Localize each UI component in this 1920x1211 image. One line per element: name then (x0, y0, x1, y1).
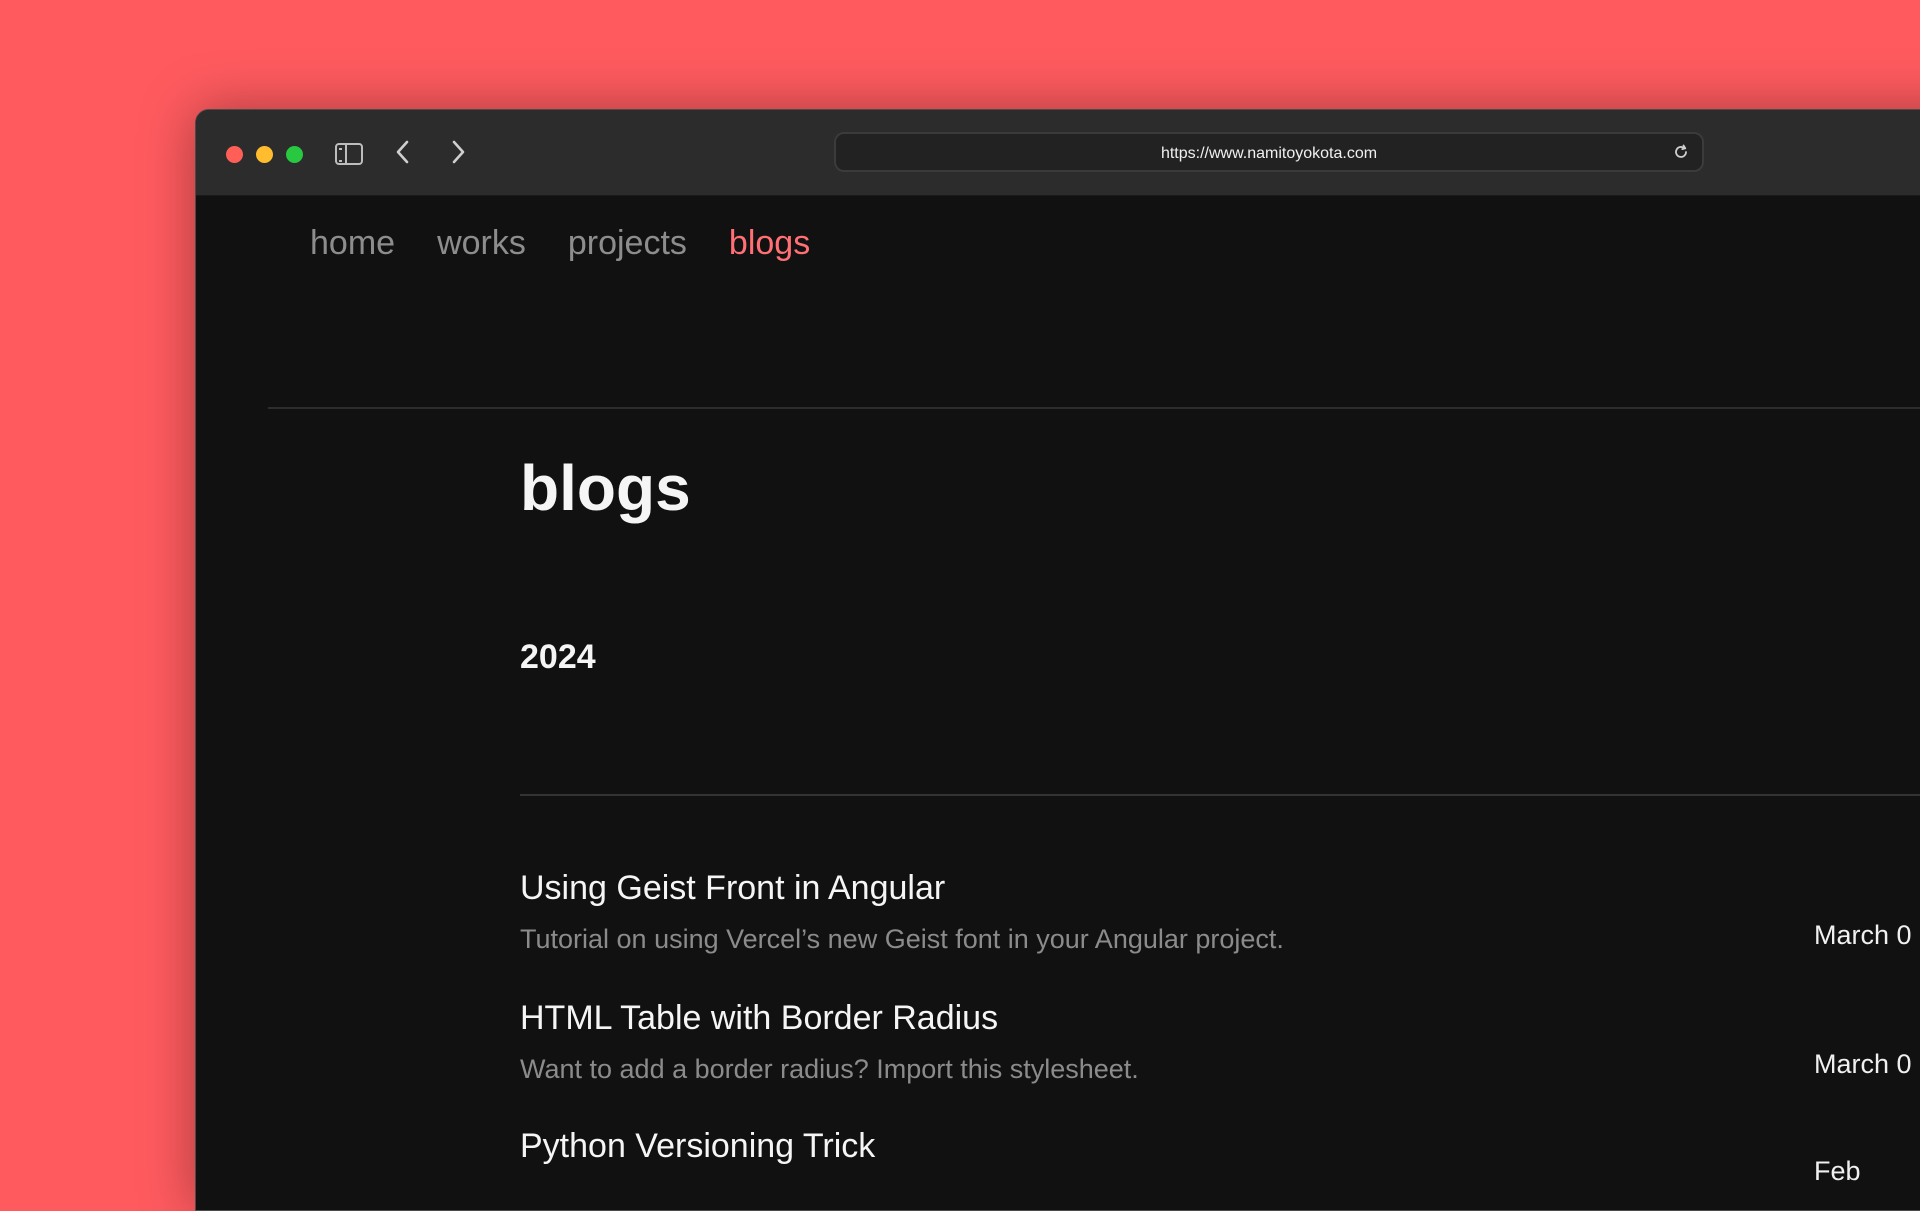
browser-toolbar: https://www.namitoyokota.com (196, 110, 1920, 196)
nav-home-link[interactable]: home (310, 224, 395, 263)
nav-works-link[interactable]: works (437, 224, 526, 263)
page-content: home works projects blogs blogs 2024 Usi… (196, 196, 1920, 1210)
forward-icon[interactable] (446, 138, 470, 166)
year-divider (520, 794, 1920, 796)
url-text: https://www.namitoyokota.com (1160, 145, 1378, 162)
blog-post-item[interactable]: HTML Table with Border Radius Want to ad… (520, 999, 1920, 1085)
reload-icon[interactable] (1672, 143, 1690, 161)
blog-post-title[interactable]: HTML Table with Border Radius (520, 999, 1920, 1038)
blog-post-title[interactable]: Using Geist Front in Angular (520, 869, 1920, 908)
maximize-window-button[interactable] (286, 146, 303, 163)
back-icon[interactable] (391, 138, 415, 166)
sidebar-icon[interactable] (335, 143, 363, 165)
blog-post-description: Want to add a border radius? Import this… (520, 1054, 1139, 1084)
blog-post-title[interactable]: Python Versioning Trick (520, 1127, 1920, 1166)
close-window-button[interactable] (226, 146, 243, 163)
browser-window: https://www.namitoyokota.com home works … (195, 109, 1920, 1211)
address-bar[interactable]: https://www.namitoyokota.com (834, 132, 1704, 172)
blog-post-description: Tutorial on using Vercel’s new Geist fon… (520, 924, 1284, 954)
blog-post-date: March 0 (1814, 920, 1912, 950)
page-title: blogs (520, 452, 691, 524)
nav-projects-link[interactable]: projects (568, 224, 687, 263)
minimize-window-button[interactable] (256, 146, 273, 163)
blog-post-item[interactable]: Using Geist Front in Angular Tutorial on… (520, 869, 1920, 955)
nav-blogs-link[interactable]: blogs (729, 224, 810, 263)
nav-divider (268, 407, 1920, 409)
blog-post-date: Feb (1814, 1156, 1861, 1186)
year-heading: 2024 (520, 638, 596, 676)
blog-post-item[interactable]: Python Versioning Trick (520, 1127, 1920, 1182)
blog-post-date: March 0 (1814, 1049, 1912, 1079)
main-navigation: home works projects blogs (310, 224, 810, 263)
